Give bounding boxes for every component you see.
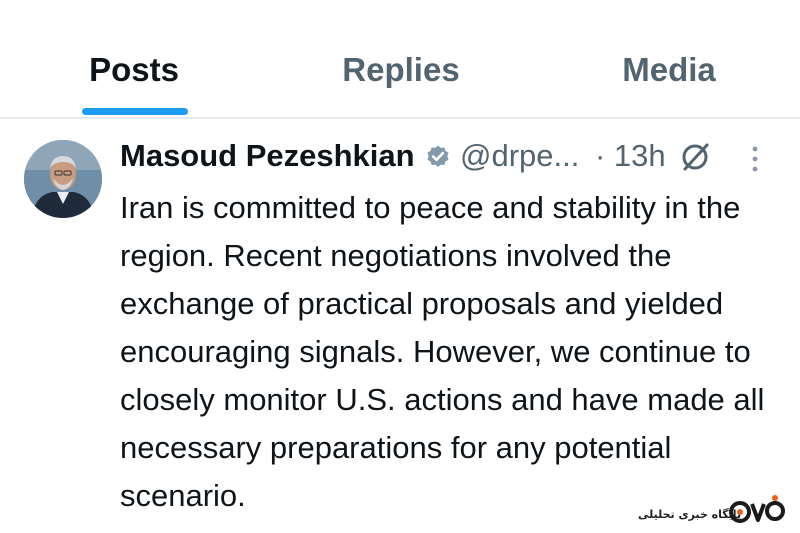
- avatar[interactable]: [24, 140, 102, 218]
- grok-icon[interactable]: [678, 140, 712, 174]
- active-tab-indicator: [82, 108, 188, 115]
- post-text: Iran is committed to peace and stability…: [120, 190, 765, 513]
- author-name[interactable]: Masoud Pezeshkian: [120, 136, 415, 176]
- more-options-icon[interactable]: [748, 142, 762, 176]
- tab-replies[interactable]: Replies: [320, 44, 482, 96]
- site-watermark: پایگاه خبری تحلیلی: [638, 494, 793, 528]
- watermark-text: پایگاه خبری تحلیلی: [638, 508, 742, 521]
- post-header: Masoud Pezeshkian @drpe... · 13h: [120, 136, 780, 176]
- avatar-image: [24, 140, 102, 218]
- verified-badge-icon: [427, 145, 449, 167]
- tab-posts[interactable]: Posts: [55, 44, 213, 96]
- site-logo-icon: [729, 495, 785, 523]
- post-timestamp[interactable]: · 13h: [595, 136, 666, 176]
- tab-media[interactable]: Media: [590, 44, 748, 96]
- profile-tab-bar: Posts Replies Media: [0, 0, 800, 118]
- author-handle[interactable]: @drpe...: [460, 136, 579, 176]
- tab-divider: [0, 117, 800, 119]
